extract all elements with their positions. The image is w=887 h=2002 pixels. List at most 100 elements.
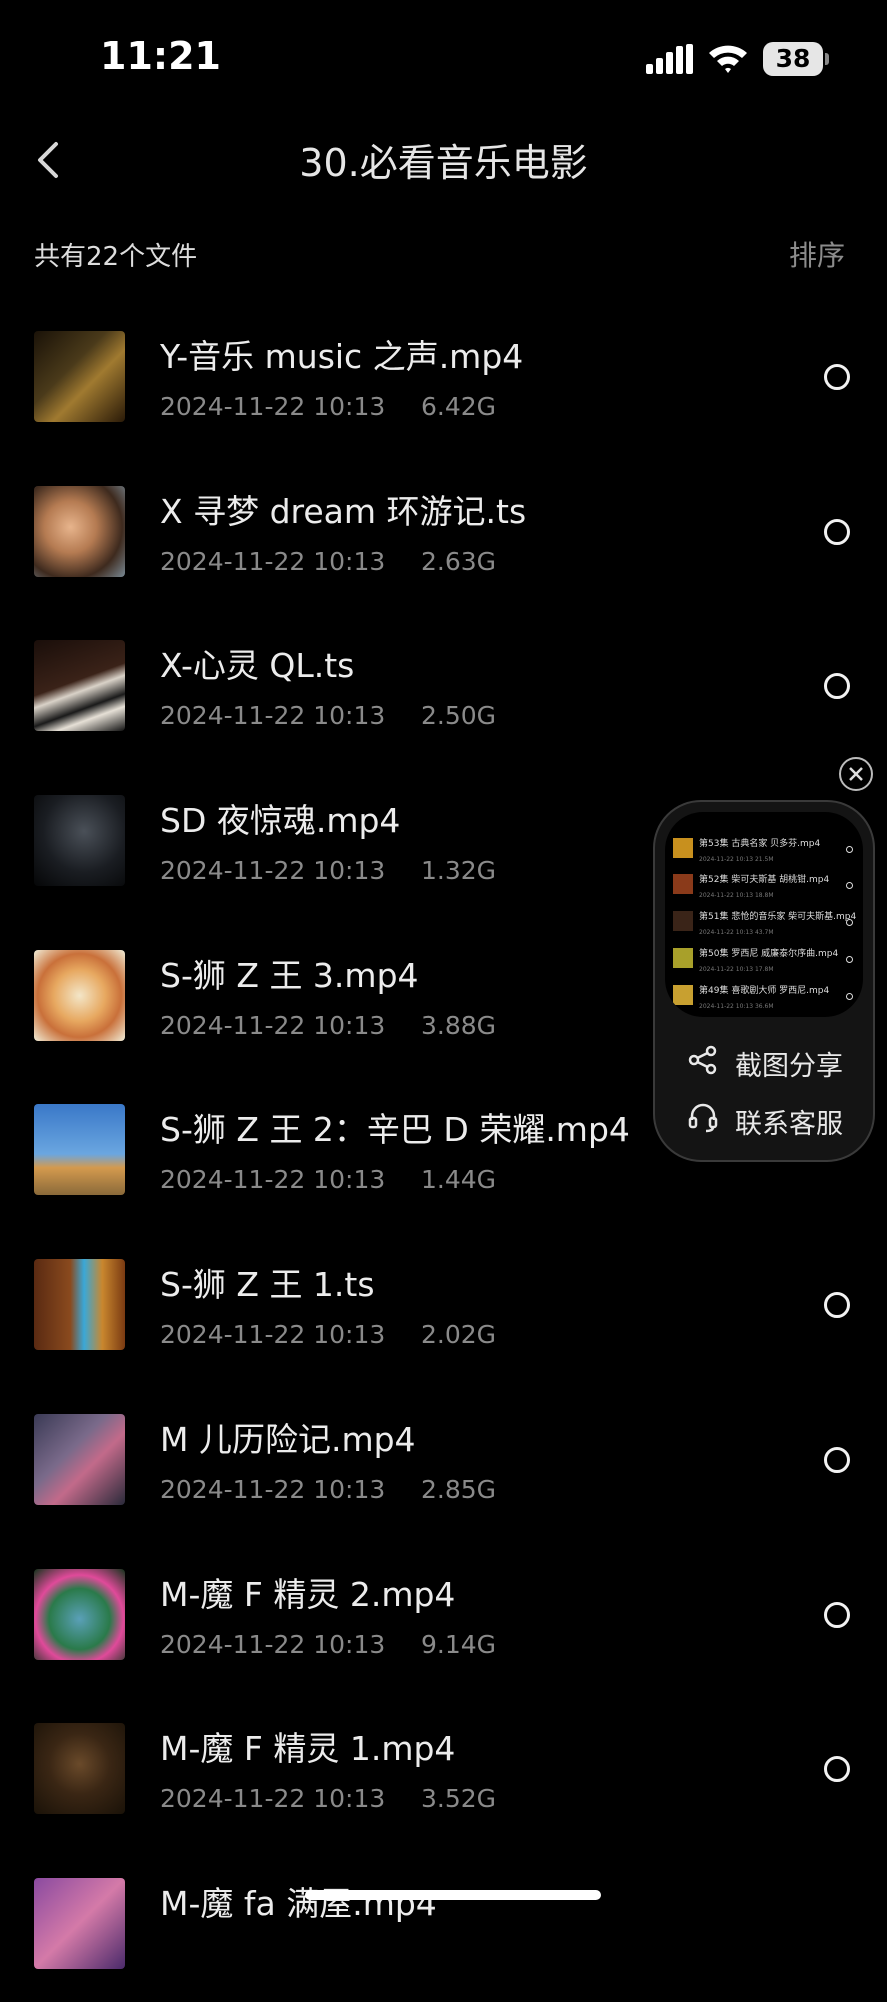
file-name: SD 夜惊魂.mp4 [160,801,401,841]
file-size: 2.02G [421,1320,497,1350]
preview-item: 第52集 柴可夫斯基 胡桃钳.mp4 2024-11-22 10:13 18.8… [665,870,863,906]
select-radio[interactable] [824,1292,850,1319]
file-name: M-魔 F 精灵 1.mp4 [160,1729,456,1769]
file-date: 2024-11-22 10:13 [160,1784,386,1814]
sort-button[interactable]: 排序 [789,234,845,274]
preview-radio [846,846,853,853]
file-date: 2024-11-22 10:13 [160,1474,386,1504]
select-radio[interactable] [824,1601,850,1628]
screenshot-share-label: 截图分享 [735,1051,843,1082]
file-item[interactable]: X 寻梦 dream 环游记.ts 2024-11-22 10:13 2.63G [0,455,887,610]
preview-title: 第53集 古典名家 贝多芬.mp4 [699,839,821,849]
status-bar: 11:21 38 [0,0,887,110]
file-date: 2024-11-22 10:13 [160,1010,386,1040]
battery-cap [825,53,829,65]
preview-title: 第49集 喜歌剧大师 罗西尼.mp4 [699,986,830,996]
select-radio[interactable] [824,364,850,390]
file-date: 2024-11-22 10:13 [160,701,386,731]
panel-close-button[interactable] [839,757,873,791]
screenshot-preview: 第53集 古典名家 贝多芬.mp4 2024-11-22 10:13 21.5M… [665,812,863,1017]
floating-share-panel: 第53集 古典名家 贝多芬.mp4 2024-11-22 10:13 21.5M… [653,800,875,1162]
battery-level: 38 [763,42,823,76]
contact-service-label: 联系客服 [735,1109,843,1140]
video-thumbnail [34,640,125,732]
file-size: 6.42G [421,392,497,421]
video-thumbnail [34,1723,125,1815]
preview-thumbnail [673,838,693,858]
preview-thumbnail [673,874,693,894]
preview-meta: 2024-11-22 10:13 43.7M [699,929,774,936]
video-thumbnail [34,795,125,887]
select-radio[interactable] [824,1756,850,1783]
preview-radio [846,993,853,1000]
video-thumbnail [34,485,125,577]
preview-meta: 2024-11-22 10:13 36.6M [699,1003,774,1010]
preview-item: 第51集 悲怆的音乐家 柴可夫斯基.mp4 2024-11-22 10:13 4… [665,907,863,943]
select-radio[interactable] [824,1446,850,1473]
page-title: 30.必看音乐电影 [299,141,588,185]
preview-meta: 2024-11-22 10:13 21.5M [699,856,774,863]
file-date: 2024-11-22 10:13 [160,1320,386,1350]
wifi-icon [709,45,747,73]
preview-radio [846,956,853,963]
close-icon [849,767,863,781]
status-time: 11:21 [100,34,221,78]
file-name: Y-音乐 music 之声.mp4 [160,337,524,376]
video-thumbnail [34,1259,125,1351]
file-size: 9.14G [421,1629,497,1659]
preview-item: 第53集 古典名家 贝多芬.mp4 2024-11-22 10:13 21.5M [665,834,863,870]
file-name: M-魔 F 精灵 2.mp4 [160,1574,456,1614]
file-item[interactable]: M-魔 F 精灵 2.mp4 2024-11-22 10:13 9.14G [0,1538,887,1693]
file-name: X-心灵 QL.ts [160,646,355,686]
preview-title: 第50集 罗西尼 威廉泰尔序曲.mp4 [699,949,839,959]
screenshot-share-button[interactable]: 截图分享 [655,1034,873,1086]
select-radio[interactable] [824,518,850,545]
video-thumbnail [34,949,125,1041]
file-count-label: 共有22个文件 [34,242,198,272]
file-date: 2024-11-22 10:13 [160,856,386,886]
preview-title: 第52集 柴可夫斯基 胡桃钳.mp4 [699,875,830,885]
file-size: 2.50G [421,701,497,731]
video-thumbnail [34,1104,125,1196]
file-name: M-魔 fa 满屋.mp4 [160,1883,437,1923]
file-item[interactable]: S-狮 Z 王 1.ts 2024-11-22 10:13 2.02G [0,1228,887,1383]
preview-meta: 2024-11-22 10:13 18.8M [699,892,774,899]
file-size: 1.44G [421,1165,497,1195]
file-date: 2024-11-22 10:13 [160,1629,386,1659]
nav-bar: 30.必看音乐电影 [0,110,887,210]
file-date: 2024-11-22 10:13 [160,392,386,421]
battery-icon: 38 [763,42,829,76]
preview-thumbnail [673,985,693,1005]
file-name: M 儿历险记.mp4 [160,1419,416,1459]
file-name: S-狮 Z 王 3.mp4 [160,955,419,995]
video-thumbnail [34,1413,125,1505]
preview-item: 第49集 喜歌剧大师 罗西尼.mp4 2024-11-22 10:13 36.6… [665,981,863,1017]
preview-radio [846,919,853,926]
video-thumbnail [34,1568,125,1660]
cellular-signal-icon [646,44,693,74]
preview-radio [846,882,853,889]
file-item[interactable]: M-魔 fa 满屋.mp4 [0,1847,887,2002]
share-icon [688,1045,717,1075]
file-size: 2.85G [421,1474,497,1504]
file-item[interactable]: Y-音乐 music 之声.mp4 2024-11-22 10:13 6.42G [0,300,887,455]
headset-icon [688,1103,718,1133]
file-item[interactable]: X-心灵 QL.ts 2024-11-22 10:13 2.50G [0,609,887,764]
file-name: S-狮 Z 王 2：辛巴 D 荣耀.mp4 [160,1110,630,1150]
preview-title: 第51集 悲怆的音乐家 柴可夫斯基.mp4 [699,912,857,922]
preview-thumbnail [673,948,693,968]
file-size: 2.63G [421,546,497,576]
file-date: 2024-11-22 10:13 [160,546,386,576]
video-thumbnail [34,331,125,422]
contact-service-button[interactable]: 联系客服 [655,1092,873,1144]
file-name: X 寻梦 dream 环游记.ts [160,491,527,531]
home-indicator[interactable] [305,1890,601,1900]
file-item[interactable]: M-魔 F 精灵 1.mp4 2024-11-22 10:13 3.52G [0,1692,887,1847]
preview-item: 第50集 罗西尼 威廉泰尔序曲.mp4 2024-11-22 10:13 17.… [665,944,863,980]
select-radio[interactable] [824,673,850,700]
preview-meta: 2024-11-22 10:13 17.8M [699,966,774,973]
file-date: 2024-11-22 10:13 [160,1165,386,1195]
file-name: S-狮 Z 王 1.ts [160,1265,375,1305]
file-item[interactable]: M 儿历险记.mp4 2024-11-22 10:13 2.85G [0,1383,887,1538]
file-size: 3.88G [421,1010,497,1040]
